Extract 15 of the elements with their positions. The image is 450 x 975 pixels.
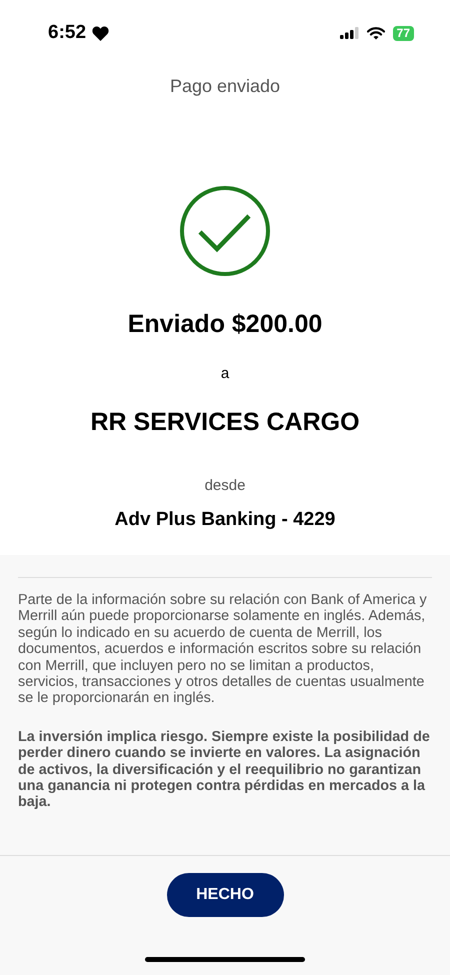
done-button[interactable]: HECHO bbox=[166, 873, 284, 917]
wifi-icon bbox=[366, 26, 385, 40]
disclosure-paragraph: La inversión implica riesgo. Siempre existe la posibilidad de perder dinero cuando se invierte en valores. La asignación de activos, la diversificación y el reequilibrio no garantizan una ganancia ni protegen contra pérdidas en mercados a la baja. bbox=[18, 728, 431, 811]
signal-icon bbox=[340, 27, 359, 39]
clock-time: 6:52 bbox=[48, 22, 86, 44]
connector-text: a bbox=[220, 365, 230, 382]
heart-icon bbox=[92, 26, 110, 40]
amount-sent: Enviado $200.00 bbox=[128, 310, 322, 339]
disclosure-paragraph: Parte de la información sobre su relación con Bank of America y Merrill aún puede proporcionarse solamente en inglés. Además, según lo indicado en su acuerdo de cuenta de Merrill, los documentos, acuerdos e información escritos sobre su relación con Merrill, que incluyen pero no se limitan a productos, servicios, transacciones y otros detalles de cuentas usualmente se le proporcionarán en inglés. bbox=[18, 592, 428, 707]
checkmark-circle-icon bbox=[179, 185, 271, 277]
screen-title: Pago enviado bbox=[170, 76, 280, 97]
from-label: desde bbox=[204, 477, 246, 494]
battery-indicator: 77 bbox=[392, 26, 414, 40]
account-name: Adv Plus Banking - 4229 bbox=[114, 509, 336, 531]
recipient-name: RR SERVICES CARGO bbox=[90, 408, 360, 437]
